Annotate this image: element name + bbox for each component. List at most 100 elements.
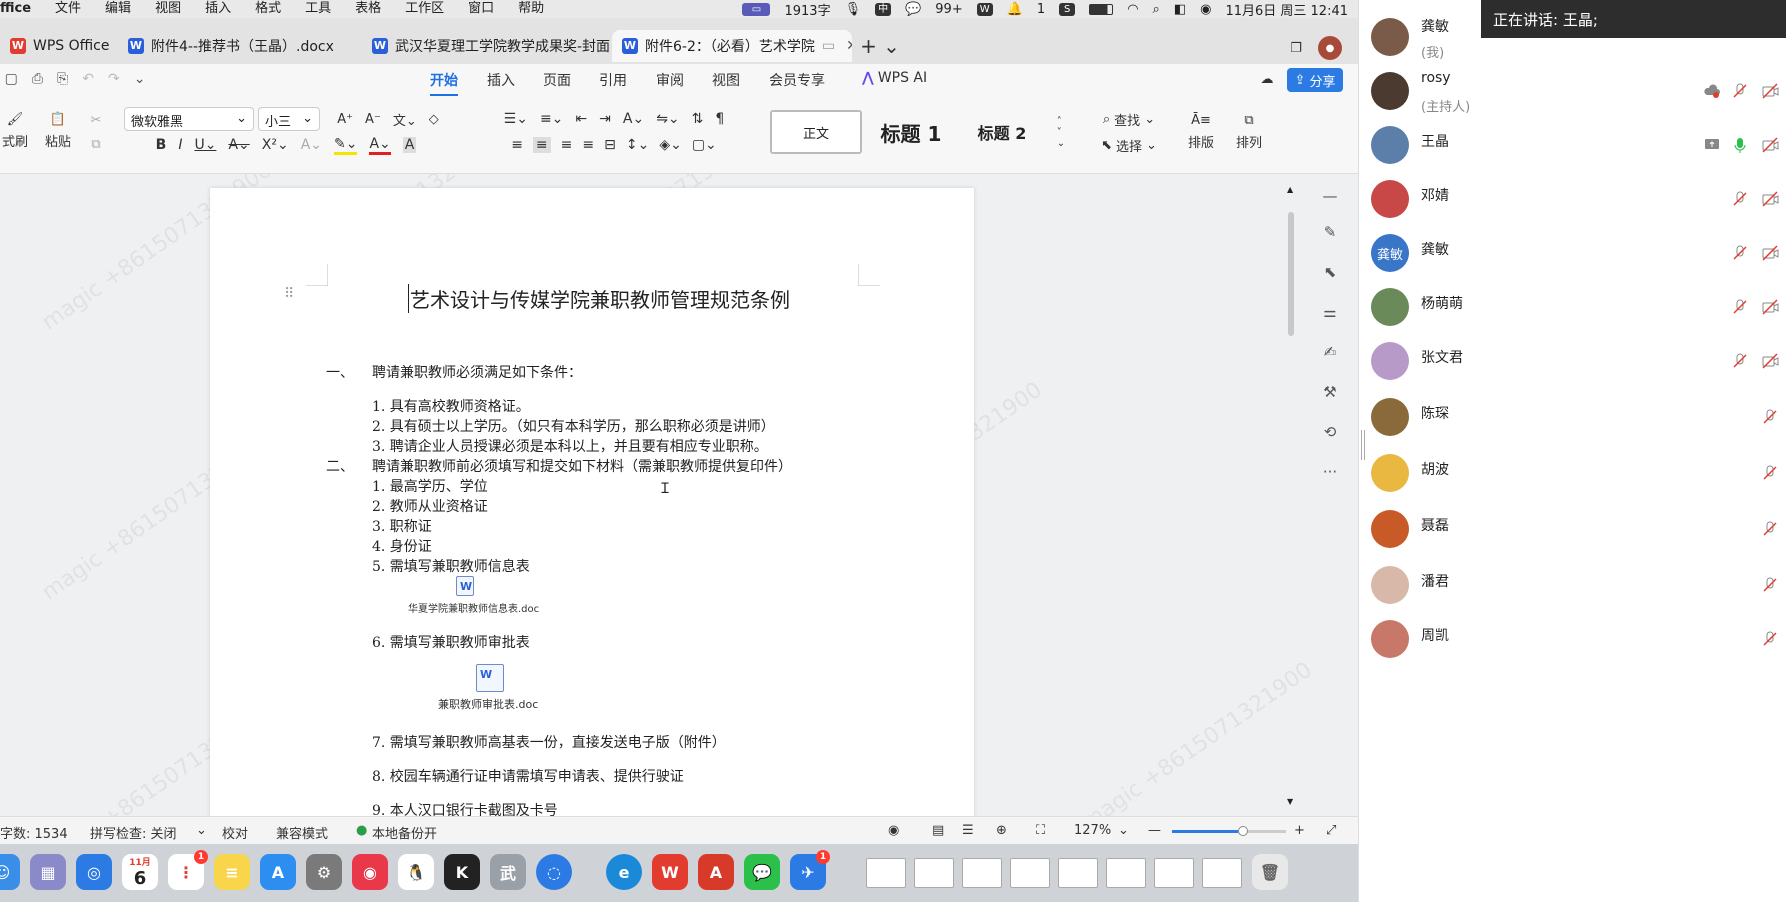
underline-icon[interactable]: U⌄ (194, 137, 216, 153)
chevron-down-icon[interactable]: ⌄ (1118, 823, 1129, 838)
control-center-icon[interactable]: ◧ (1174, 2, 1186, 17)
siri-icon[interactable]: ◉ (1200, 2, 1211, 17)
reminders-icon[interactable]: ⋮ 1 (168, 850, 208, 890)
menu-format[interactable]: 格式 (243, 0, 293, 18)
align-left-icon[interactable]: ≡ (511, 137, 523, 153)
mic-muted-icon[interactable] (1761, 464, 1779, 482)
attached-doc-icon[interactable] (476, 664, 504, 692)
share-button[interactable]: ⇪ 分享 (1287, 68, 1343, 92)
mic-muted-icon[interactable] (1761, 630, 1779, 648)
menu-table[interactable]: 表格 (343, 0, 393, 18)
user-avatar[interactable]: ● (1318, 36, 1342, 60)
k-app-icon[interactable]: K (444, 854, 480, 890)
app-tray-icon[interactable]: S (1059, 2, 1076, 16)
align-right-icon[interactable]: ≡ (561, 137, 573, 153)
menu-insert[interactable]: 插入 (193, 0, 243, 18)
close-tab-icon[interactable]: ✕ (846, 38, 852, 54)
highlight-icon[interactable]: ✎⌄ (334, 136, 358, 155)
wu-app-icon[interactable]: 武 (490, 854, 526, 890)
camera-off-icon[interactable] (1761, 82, 1779, 100)
tools-icon[interactable]: ⚒ (1320, 382, 1340, 402)
grow-font-icon[interactable]: A⁺ (337, 112, 353, 127)
window-thumbnail[interactable] (866, 858, 906, 888)
screen-share-icon[interactable]: ▭ (742, 2, 771, 16)
italic-icon[interactable]: I (178, 137, 182, 153)
list-item[interactable]: 6. 需填写兼职教师审批表 (372, 632, 530, 652)
cut-icon[interactable]: ✂ (86, 110, 106, 130)
select-button[interactable]: ⬉ 选择 ⌄ (1094, 134, 1164, 156)
fullscreen-icon[interactable]: ⤢ (1326, 823, 1336, 838)
mic-active-icon[interactable] (1731, 136, 1749, 154)
history-icon[interactable]: ⟲ (1320, 422, 1340, 442)
style-heading-1[interactable]: 标题 1 (866, 110, 956, 154)
attached-doc-icon[interactable] (456, 576, 474, 596)
microphone-icon[interactable]: 🎙 (845, 2, 862, 17)
camera-off-icon[interactable] (1761, 352, 1779, 370)
select-cursor-icon[interactable]: ⬉ (1320, 262, 1340, 282)
undo-icon[interactable]: ↶ (82, 71, 94, 87)
camera-off-icon[interactable] (1761, 244, 1779, 262)
zoom-level[interactable]: 127% (1074, 823, 1111, 838)
drag-handle-icon[interactable]: ⠿ (284, 286, 294, 302)
notes-icon[interactable]: ≡ (214, 854, 250, 890)
zoom-out-icon[interactable]: — (1148, 823, 1161, 838)
list-item[interactable]: 3. 聘请企业人员授课必须是本科以上，并且要有相应专业职称。 (372, 436, 768, 456)
mic-muted-icon[interactable] (1761, 576, 1779, 594)
tab-view[interactable]: 视图 (712, 70, 740, 90)
char-shading-icon[interactable]: A (402, 137, 417, 153)
participant-row[interactable]: 周凯 (1359, 614, 1786, 666)
tab-review[interactable]: 审阅 (656, 70, 684, 90)
app-store-icon[interactable]: A (260, 854, 296, 890)
wechat-icon[interactable]: 💬 (905, 2, 921, 17)
superscript-icon[interactable]: X²⌄ (262, 137, 289, 153)
decrease-indent-icon[interactable]: ⇤ (575, 111, 587, 127)
participant-row[interactable]: 胡波 (1359, 448, 1786, 500)
camera-off-icon[interactable] (1761, 190, 1779, 208)
style-heading-2[interactable]: 标题 2 (960, 110, 1044, 154)
camera-off-icon[interactable] (1761, 136, 1779, 154)
list-item[interactable]: 9. 本人汉口银行卡截图及卡号 (372, 800, 558, 816)
font-size-select[interactable]: 小三 ⌄ (258, 107, 320, 131)
distribute-icon[interactable]: ⊟ (604, 137, 616, 153)
document-page[interactable]: ⠿ 艺术设计与传媒学院兼职教师管理规范条例 一、 聘请兼职教师必须满足如下条件：… (210, 188, 974, 816)
acrobat-icon[interactable]: A (698, 854, 734, 890)
list-item[interactable]: 4. 身份证 (372, 536, 432, 556)
edit-doc-icon[interactable]: ✍ (1320, 342, 1340, 362)
text-direction-icon[interactable]: A⌄ (623, 111, 644, 127)
list-item[interactable]: 8. 校园车辆通行证申请需填写申请表、提供行驶证 (372, 766, 684, 786)
tab-active-document[interactable]: W 附件6-2：（必看）艺术学院 ▭ ✕ (612, 30, 852, 62)
list-item[interactable]: 7. 需填写兼职教师高基表一份，直接发送电子版（附件） (372, 732, 726, 752)
menu-window[interactable]: 窗口 (456, 0, 506, 18)
list-item[interactable]: 1. 具有高校教师资格证。 (372, 396, 530, 416)
menu-file[interactable]: 文件 (43, 0, 93, 18)
bullet-list-icon[interactable]: ☰⌄ (504, 111, 528, 127)
window-thumbnail[interactable] (1106, 858, 1146, 888)
attachment-caption[interactable]: 兼职教师审批表.doc (438, 696, 538, 712)
text-effect-icon[interactable]: A⌄ (301, 137, 322, 153)
mic-muted-icon[interactable] (1761, 408, 1779, 426)
trash-icon[interactable]: 🗑 (1252, 854, 1288, 890)
bold-icon[interactable]: B (156, 137, 167, 153)
wps-tray-icon[interactable]: W (976, 2, 993, 16)
show-marks-icon[interactable]: ¶ (715, 111, 724, 127)
phonetic-guide-icon[interactable]: 文⌄ (393, 110, 417, 129)
feishu-icon[interactable]: ✈ 1 (790, 850, 830, 890)
window-thumbnail[interactable] (1010, 858, 1050, 888)
menu-view[interactable]: 视图 (143, 0, 193, 18)
mic-muted-icon[interactable] (1731, 190, 1749, 208)
participant-row[interactable]: 龚敏 (我) (1359, 12, 1786, 64)
tab-insert[interactable]: 插入 (487, 70, 515, 90)
participant-row[interactable]: 潘君 (1359, 560, 1786, 612)
print-preview-icon[interactable]: ⎘ (57, 71, 68, 87)
participant-row[interactable]: 邓婧 (1359, 174, 1786, 226)
proofread-button[interactable]: 校对 (222, 823, 248, 842)
compat-mode[interactable]: 兼容模式 (276, 823, 328, 842)
numbered-list-icon[interactable]: ≡⌄ (540, 111, 563, 127)
eye-icon[interactable]: ◉ (888, 823, 899, 838)
justify-icon[interactable]: ≡ (582, 137, 594, 153)
system-settings-icon[interactable]: ⚙ (306, 854, 342, 890)
launchpad-icon[interactable]: ▦ (30, 854, 66, 890)
wechat-dock-icon[interactable]: 💬 (744, 854, 780, 890)
copy-icon[interactable]: ⧉ (86, 134, 106, 154)
new-tab-button[interactable]: + ⌄ (860, 30, 900, 62)
